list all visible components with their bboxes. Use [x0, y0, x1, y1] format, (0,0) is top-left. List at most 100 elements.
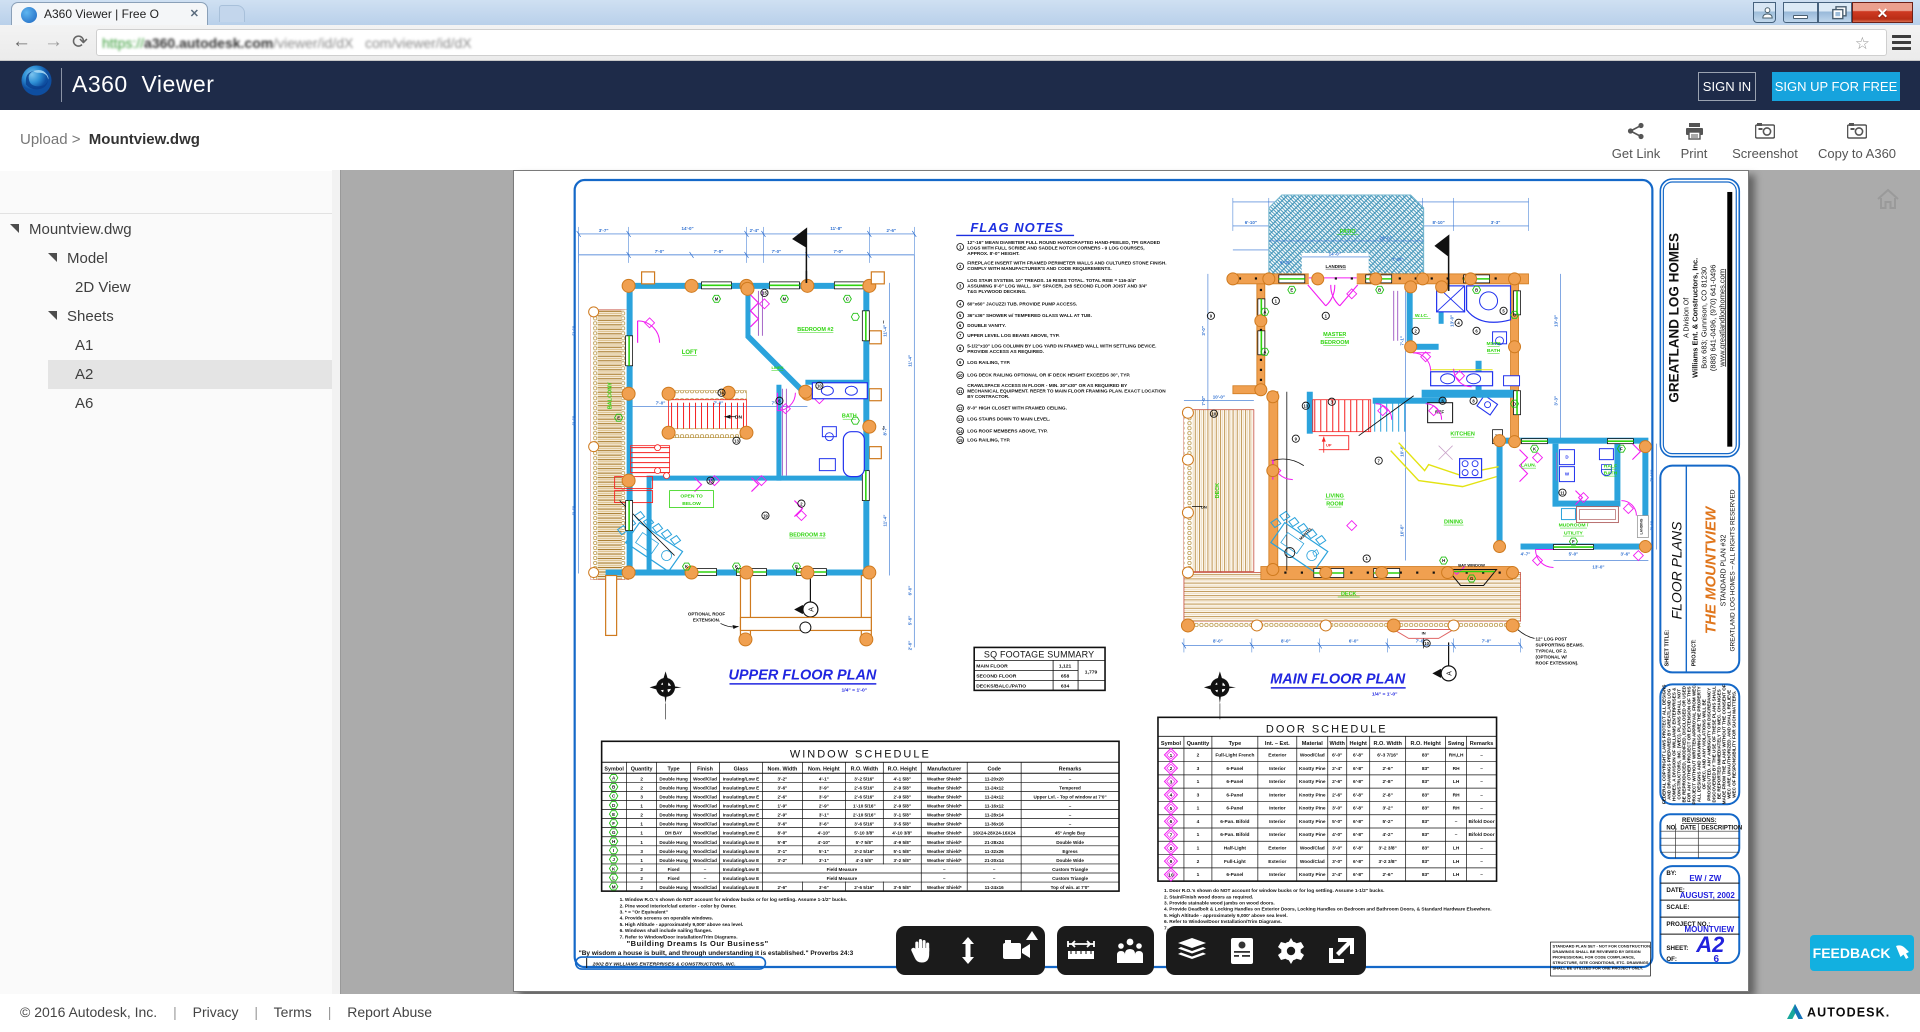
svg-text:2'-4": 2'-4" — [1332, 766, 1342, 772]
svg-text:4'-1": 4'-1" — [819, 776, 829, 781]
svg-text:Interior: Interior — [1269, 872, 1286, 878]
svg-text:7'-10": 7'-10" — [1392, 257, 1403, 262]
svg-text:4. Provide Deadbolt & Loc: 4. Provide Deadbolt & Locking Handles on… — [1164, 907, 1492, 913]
svg-text:7'-0": 7'-0" — [656, 401, 666, 406]
svg-text:10'-0": 10'-0" — [1213, 395, 1225, 400]
svg-text:MUDROOM /: MUDROOM / — [1559, 523, 1589, 529]
svg-text:Interior: Interior — [1269, 832, 1286, 838]
svg-text:Field Measure: Field Measure — [827, 867, 858, 872]
svg-text:Wood/Clad: Wood/Clad — [693, 822, 717, 827]
svg-text:1: 1 — [1197, 779, 1200, 785]
svg-text:–: – — [943, 876, 946, 881]
svg-text:HALF: HALF — [1604, 464, 1617, 470]
svg-text:5'-2": 5'-2" — [1383, 819, 1393, 825]
svg-text:LAUN.: LAUN. — [1521, 463, 1537, 469]
svg-text:2'-9": 2'-9" — [777, 813, 787, 818]
svg-text:TYPICAL OF 2.: TYPICAL OF 2. — [1536, 648, 1568, 653]
svg-text:2'-6 5/16": 2'-6 5/16" — [854, 785, 874, 790]
svg-text:www.greatlandloghomes.com: www.greatlandloghomes.com — [1717, 269, 1726, 368]
svg-text:6'-8": 6'-8" — [1353, 779, 1363, 785]
svg-text:11-24x12: 11-24x12 — [985, 785, 1005, 790]
svg-text:C: C — [846, 297, 849, 302]
svg-text:2'-6": 2'-6" — [777, 794, 787, 799]
svg-text:6'-8": 6'-8" — [1353, 753, 1363, 759]
svg-text:Double Hung: Double Hung — [659, 804, 688, 809]
svg-text:Quantity: Quantity — [631, 766, 653, 772]
svg-text:ROOF EXTENSION).: ROOF EXTENSION). — [1536, 660, 1579, 665]
svg-text:DESCRIPTION: DESCRIPTION — [1701, 826, 1742, 832]
svg-text:13'-0": 13'-0" — [1553, 315, 1558, 327]
svg-text:8'-1": 8'-1" — [1649, 521, 1654, 531]
svg-text:2'-6": 2'-6" — [1383, 872, 1393, 878]
svg-text:5'-8": 5'-8" — [777, 840, 787, 845]
svg-text:OF:: OF: — [1666, 956, 1677, 963]
svg-text:5. High Altitude - approx: 5. High Altitude - approximately 9,000' … — [620, 922, 744, 928]
svg-text:Weather Shield*: Weather Shield* — [927, 858, 962, 863]
svg-text:3'-2 3/8": 3'-2 3/8" — [1379, 859, 1397, 865]
svg-text:PROVIDE ACCESS AS REQUIRED.: PROVIDE ACCESS AS REQUIRED. — [967, 349, 1044, 354]
svg-text:2: 2 — [640, 776, 643, 781]
svg-text:2'-8": 2'-8" — [1383, 779, 1393, 785]
svg-text:Wood/Clad: Wood/Clad — [693, 794, 717, 799]
svg-text:Double Hung: Double Hung — [659, 822, 688, 827]
svg-text:Bifold Door: Bifold Door — [1469, 819, 1495, 825]
svg-text:2: 2 — [1170, 766, 1173, 772]
svg-text:7'-0": 7'-0" — [772, 249, 782, 254]
svg-text:7'-0": 7'-0" — [834, 249, 844, 254]
svg-text:83": 83" — [1422, 846, 1430, 852]
svg-text:7: 7 — [1378, 458, 1381, 463]
svg-text:3'-1": 3'-1" — [819, 858, 829, 863]
svg-text:7'-0": 7'-0" — [714, 249, 724, 254]
svg-text:1'-9": 1'-9" — [777, 804, 787, 809]
svg-text:Insulating/Low E: Insulating/Low E — [723, 785, 759, 790]
svg-text:SHEET:: SHEET: — [1666, 945, 1688, 952]
svg-text:Interior: Interior — [1269, 806, 1286, 812]
svg-text:2'-6": 2'-6" — [886, 228, 896, 233]
svg-text:LOG STAIRS DOWN TO MAIN L: LOG STAIRS DOWN TO MAIN LEVEL. — [967, 417, 1050, 422]
svg-text:M: M — [612, 884, 616, 889]
svg-text:6'-8": 6'-8" — [1353, 872, 1363, 878]
svg-text:2: 2 — [959, 264, 962, 269]
svg-text:6-Panel: 6-Panel — [1226, 779, 1243, 785]
svg-text:1: 1 — [1170, 753, 1173, 759]
svg-text:MECHANICAL EQUIPMENT. REFER: MECHANICAL EQUIPMENT. REFER TO MAIN FLOO… — [967, 389, 1166, 394]
svg-text:–: – — [993, 867, 996, 872]
svg-text:–: – — [1069, 776, 1072, 781]
svg-text:4'-2": 4'-2" — [1383, 832, 1393, 838]
svg-text:–: – — [943, 867, 946, 872]
svg-text:LANDING: LANDING — [1326, 264, 1347, 269]
svg-text:8'-0": 8'-0" — [777, 831, 787, 836]
svg-text:K: K — [735, 564, 738, 569]
svg-text:9: 9 — [1295, 436, 1298, 441]
svg-text:Custom Triangle: Custom Triangle — [1052, 876, 1088, 881]
svg-text:G: G — [795, 564, 798, 569]
svg-text:"By wisdom a house is bui: "By wisdom a house is built, and through… — [579, 950, 854, 957]
svg-text:4: 4 — [959, 301, 962, 306]
svg-text:BELOW: BELOW — [682, 501, 701, 507]
svg-text:6-Panel: 6-Panel — [1226, 792, 1243, 798]
svg-text:6'-0": 6'-0" — [907, 586, 912, 596]
svg-text:3: 3 — [1197, 792, 1200, 798]
svg-text:7'-0": 7'-0" — [714, 401, 724, 406]
svg-text:R.O. Height: R.O. Height — [888, 766, 917, 772]
svg-text:6'-8": 6'-8" — [1353, 859, 1363, 865]
svg-text:Double Hung: Double Hung — [659, 840, 688, 845]
svg-text:60"x60" JACUZZI TUB. PROVID: 60"x60" JACUZZI TUB. PROVIDE PUMP ACCESS… — [967, 301, 1077, 306]
svg-text:6-Pan. Bifold: 6-Pan. Bifold — [1220, 832, 1249, 838]
svg-text:Exterior: Exterior — [1268, 846, 1286, 852]
svg-text:GREATLAND LOG HOMES: GREATLAND LOG HOMES — [1666, 233, 1681, 403]
svg-text:SUPPORTING BEAMS.: SUPPORTING BEAMS. — [1536, 642, 1584, 647]
svg-text:Weather Shield*: Weather Shield* — [927, 822, 962, 827]
svg-text:Weather Shield*: Weather Shield* — [927, 849, 962, 854]
svg-text:Insulating/Low E: Insulating/Low E — [723, 876, 759, 881]
svg-text:1: 1 — [1197, 846, 1200, 852]
svg-text:1: 1 — [1325, 314, 1328, 319]
svg-text:3'-5 5/8": 3'-5 5/8" — [894, 822, 912, 827]
svg-text:Double Hung: Double Hung — [659, 776, 688, 781]
svg-text:DN: DN — [1201, 505, 1207, 510]
svg-text:5'-6": 5'-6" — [572, 326, 577, 336]
svg-text:10: 10 — [1424, 641, 1429, 646]
svg-text:6: 6 — [1475, 329, 1478, 334]
svg-text:4'-10 3/8": 4'-10 3/8" — [892, 831, 912, 836]
svg-text:1: 1 — [640, 822, 643, 827]
